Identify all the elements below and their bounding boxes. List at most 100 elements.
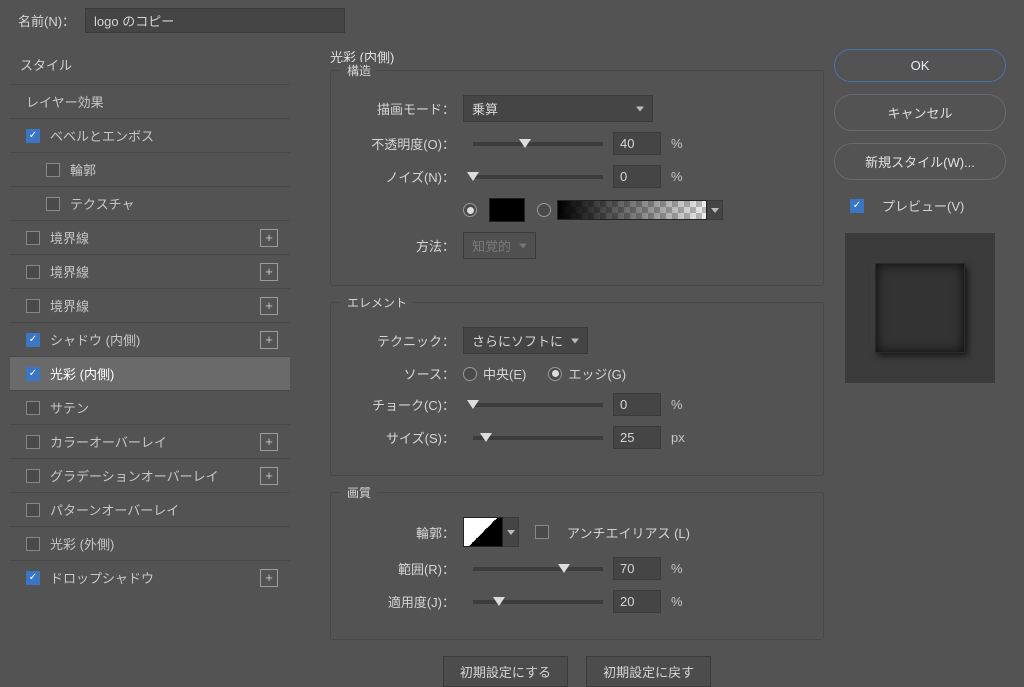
checkbox[interactable] (26, 401, 40, 415)
range-value[interactable]: 70 (613, 557, 661, 580)
checkbox[interactable] (26, 435, 40, 449)
check-icon[interactable] (26, 367, 40, 381)
sidebar-item-label: 境界線 (50, 296, 89, 315)
pct-unit: % (671, 169, 683, 184)
quality-group: 画質 輪郭： アンチエイリアス (L) 範囲(R)： 70 % 適用度(J)： … (330, 492, 824, 640)
size-slider[interactable] (473, 436, 603, 440)
sidebar-header: スタイル (10, 45, 290, 84)
opacity-slider[interactable] (473, 142, 603, 146)
contour-curve[interactable] (463, 517, 503, 547)
chevron-down-icon[interactable] (707, 200, 723, 220)
checkbox[interactable] (26, 503, 40, 517)
panel-title: 光彩 (内側) (330, 47, 824, 66)
make-default-button[interactable]: 初期設定にする (443, 656, 568, 687)
px-unit: px (671, 430, 685, 445)
sidebar-item-satin[interactable]: サテン (10, 390, 290, 424)
checkbox[interactable] (46, 163, 60, 177)
ok-button[interactable]: OK (834, 49, 1006, 82)
sidebar-item-label: 輪郭 (70, 160, 96, 179)
sidebar-item-inner-shadow[interactable]: シャドウ (内側) + (10, 322, 290, 356)
preview-checkbox[interactable] (850, 199, 864, 213)
glow-color-swatch[interactable] (489, 198, 525, 222)
plus-icon[interactable]: + (260, 229, 278, 247)
name-input[interactable] (85, 8, 345, 33)
noise-value[interactable]: 0 (613, 165, 661, 188)
size-value[interactable]: 25 (613, 426, 661, 449)
sidebar-item-label: カラーオーバーレイ (50, 432, 167, 451)
source-center-label: 中央(E) (483, 364, 526, 383)
preview-label: プレビュー(V) (882, 196, 964, 215)
sidebar-item-label: 境界線 (50, 228, 89, 247)
sidebar-blending-options[interactable]: レイヤー効果 (10, 84, 290, 118)
jitter-label: 適用度(J)： (345, 592, 455, 611)
sidebar-item-gradient-overlay[interactable]: グラデーションオーバーレイ + (10, 458, 290, 492)
sidebar-item-label: 光彩 (内側) (50, 364, 114, 383)
plus-icon[interactable]: + (260, 433, 278, 451)
choke-slider[interactable] (473, 403, 603, 407)
chevron-down-icon[interactable] (503, 517, 519, 547)
sidebar-item-pattern-overlay[interactable]: パターンオーバーレイ (10, 492, 290, 526)
plus-icon[interactable]: + (260, 297, 278, 315)
checkbox[interactable] (26, 265, 40, 279)
new-style-button[interactable]: 新規スタイル(W)... (834, 143, 1006, 180)
sidebar-item-contour[interactable]: 輪郭 (10, 152, 290, 186)
sidebar-item-bevel[interactable]: ベベルとエンボス (10, 118, 290, 152)
range-label: 範囲(R)： (345, 559, 455, 578)
elements-group: エレメント テクニック： さらにソフトに ソース： 中央(E) エッジ(G) チ… (330, 302, 824, 476)
pct-unit: % (671, 136, 683, 151)
range-slider[interactable] (473, 567, 603, 571)
sidebar-item-label: ベベルとエンボス (50, 126, 154, 145)
opacity-value[interactable]: 40 (613, 132, 661, 155)
jitter-slider[interactable] (473, 600, 603, 604)
checkbox[interactable] (46, 197, 60, 211)
sidebar-item-texture[interactable]: テクスチャ (10, 186, 290, 220)
noise-label: ノイズ(N)： (345, 167, 455, 186)
antialias-label: アンチエイリアス (L) (567, 523, 690, 542)
structure-title: 構造 (341, 62, 377, 79)
plus-icon[interactable]: + (260, 263, 278, 281)
cancel-button[interactable]: キャンセル (834, 94, 1006, 131)
sidebar-item-label: テクスチャ (70, 194, 134, 213)
source-edge-radio[interactable] (548, 367, 562, 381)
method-dropdown: 知覚的 (463, 232, 536, 259)
choke-value[interactable]: 0 (613, 393, 661, 416)
sidebar-item-label: 光彩 (外側) (50, 534, 114, 553)
sidebar-item-stroke1[interactable]: 境界線 + (10, 220, 290, 254)
contour-label: 輪郭： (345, 523, 455, 542)
name-label: 名前(N)： (18, 11, 75, 30)
source-edge-label: エッジ(G) (568, 364, 626, 383)
gradient-radio[interactable] (537, 203, 551, 217)
gradient-swatch[interactable] (557, 200, 707, 220)
sidebar-item-stroke2[interactable]: 境界線 + (10, 254, 290, 288)
checkbox[interactable] (26, 537, 40, 551)
plus-icon[interactable]: + (260, 331, 278, 349)
pct-unit: % (671, 561, 683, 576)
check-icon[interactable] (26, 571, 40, 585)
check-icon[interactable] (26, 129, 40, 143)
noise-slider[interactable] (473, 175, 603, 179)
sidebar-item-label: グラデーションオーバーレイ (50, 466, 219, 485)
antialias-checkbox[interactable] (535, 525, 549, 539)
source-center-radio[interactable] (463, 367, 477, 381)
plus-icon[interactable]: + (260, 569, 278, 587)
sidebar-item-inner-glow[interactable]: 光彩 (内側) (10, 356, 290, 390)
sidebar-item-stroke3[interactable]: 境界線 + (10, 288, 290, 322)
reset-default-button[interactable]: 初期設定に戻す (586, 656, 711, 687)
sidebar-item-color-overlay[interactable]: カラーオーバーレイ + (10, 424, 290, 458)
jitter-value[interactable]: 20 (613, 590, 661, 613)
blend-mode-dropdown[interactable]: 乗算 (463, 95, 653, 122)
plus-icon[interactable]: + (260, 467, 278, 485)
check-icon[interactable] (26, 333, 40, 347)
sidebar-item-drop-shadow[interactable]: ドロップシャドウ + (10, 560, 290, 594)
color-radio[interactable] (463, 203, 477, 217)
technique-dropdown[interactable]: さらにソフトに (463, 327, 588, 354)
checkbox[interactable] (26, 469, 40, 483)
sidebar-item-label: ドロップシャドウ (50, 568, 154, 587)
checkbox[interactable] (26, 231, 40, 245)
quality-title: 画質 (341, 484, 377, 501)
size-label: サイズ(S)： (345, 428, 455, 447)
technique-label: テクニック： (345, 331, 455, 350)
pct-unit: % (671, 594, 683, 609)
checkbox[interactable] (26, 299, 40, 313)
sidebar-item-outer-glow[interactable]: 光彩 (外側) (10, 526, 290, 560)
